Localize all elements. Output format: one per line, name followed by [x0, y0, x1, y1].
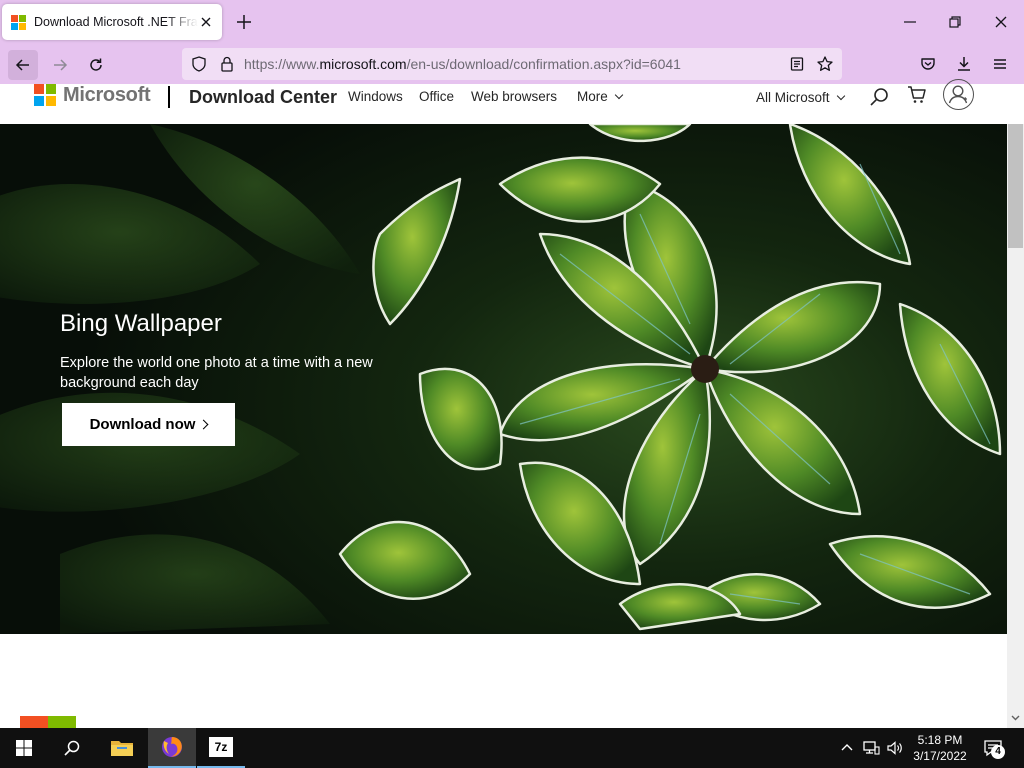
- taskbar-file-explorer[interactable]: [98, 728, 146, 768]
- restore-icon[interactable]: [946, 13, 964, 31]
- download-now-label: Download now: [89, 416, 196, 433]
- 7zip-icon: 7z: [209, 737, 233, 757]
- url-path: /en-us/download/confirmation.aspx?id=604…: [406, 56, 681, 72]
- taskbar-firefox[interactable]: [148, 728, 196, 768]
- forward-button[interactable]: [45, 50, 75, 80]
- hero-banner: Bing Wallpaper Explore the world one pho…: [0, 124, 1007, 634]
- search-icon[interactable]: [868, 86, 890, 108]
- windows-logo-icon: [16, 740, 32, 756]
- nav-more[interactable]: More: [577, 89, 624, 104]
- taskbar-7zip[interactable]: 7z: [197, 728, 245, 768]
- scrollbar-thumb[interactable]: [1008, 124, 1023, 248]
- 7zip-label: 7z: [214, 740, 228, 754]
- microsoft-logo-icon: [11, 15, 26, 30]
- all-microsoft-menu[interactable]: All Microsoft: [756, 90, 845, 105]
- logo-tile-red: [20, 716, 48, 728]
- url-text[interactable]: https://www.microsoft.com/en-us/download…: [244, 56, 681, 72]
- reload-icon: [90, 58, 102, 71]
- tab-title: Download Microsoft .NET Framework: [34, 15, 198, 29]
- new-tab-icon[interactable]: [234, 12, 254, 32]
- nav-more-label: More: [577, 89, 608, 104]
- back-button[interactable]: [8, 50, 38, 80]
- show-hidden-icons-chevron-icon[interactable]: [838, 739, 856, 757]
- start-button[interactable]: [0, 728, 48, 768]
- clock-date: 3/17/2022: [913, 749, 967, 763]
- url-host: microsoft.com: [319, 56, 407, 72]
- lock-icon[interactable]: [218, 55, 236, 73]
- site-header: Microsoft Download Center Windows Office…: [0, 79, 1007, 124]
- minimize-icon[interactable]: [901, 13, 919, 31]
- system-clock[interactable]: 5:18 PM 3/17/2022: [910, 732, 970, 764]
- chevron-down-icon: [836, 91, 845, 101]
- all-microsoft-label: All Microsoft: [756, 90, 830, 105]
- address-bar[interactable]: https://www.microsoft.com/en-us/download…: [182, 48, 842, 80]
- reload-button[interactable]: [81, 50, 111, 80]
- nav-office[interactable]: Office: [419, 89, 454, 104]
- download-center-title[interactable]: Download Center: [189, 87, 337, 108]
- browser-tab[interactable]: Download Microsoft .NET Framework: [2, 4, 222, 40]
- chevron-right-icon: [198, 419, 209, 430]
- browser-toolbar: https://www.microsoft.com/en-us/download…: [0, 44, 1024, 84]
- notification-count-badge: 4: [991, 745, 1005, 759]
- hamburger-menu-icon[interactable]: [991, 55, 1009, 73]
- header-divider: [168, 86, 170, 108]
- clock-time: 5:18 PM: [917, 733, 963, 747]
- hero-description: Explore the world one photo at a time wi…: [60, 355, 373, 391]
- nav-windows[interactable]: Windows: [348, 89, 403, 104]
- microsoft-wordmark[interactable]: Microsoft: [63, 84, 151, 107]
- arrow-right-icon: [54, 59, 68, 71]
- firefox-icon: [162, 737, 182, 757]
- browser-tab-bar: Download Microsoft .NET Framework: [0, 0, 1024, 44]
- hero-title: Bing Wallpaper: [60, 310, 222, 337]
- close-window-icon[interactable]: [992, 13, 1010, 31]
- reader-view-icon[interactable]: [788, 55, 806, 73]
- download-icon[interactable]: [955, 55, 973, 73]
- bookmark-star-icon[interactable]: [816, 55, 834, 73]
- network-icon[interactable]: [862, 739, 880, 757]
- chevron-down-icon: [614, 90, 624, 100]
- url-prefix: https://www.: [244, 56, 320, 72]
- arrow-left-icon: [15, 59, 29, 71]
- close-tab-icon[interactable]: [198, 14, 214, 30]
- windows-taskbar: 7z 5:18 PM 3/17/2022 4: [0, 728, 1024, 768]
- search-icon: [64, 740, 80, 756]
- user-icon: [948, 85, 968, 104]
- volume-icon[interactable]: [886, 739, 904, 757]
- microsoft-logo-icon[interactable]: [34, 84, 56, 106]
- logo-tile-green: [48, 716, 76, 728]
- taskbar-search-button[interactable]: [48, 728, 96, 768]
- folder-icon: [111, 741, 133, 756]
- scroll-down-arrow-icon[interactable]: [1010, 712, 1021, 723]
- shield-icon[interactable]: [190, 55, 208, 73]
- account-avatar[interactable]: [943, 79, 974, 110]
- nav-web-browsers[interactable]: Web browsers: [471, 89, 557, 104]
- pocket-icon[interactable]: [919, 55, 937, 73]
- download-now-button[interactable]: Download now: [62, 403, 235, 446]
- shopping-cart-icon[interactable]: [906, 84, 928, 106]
